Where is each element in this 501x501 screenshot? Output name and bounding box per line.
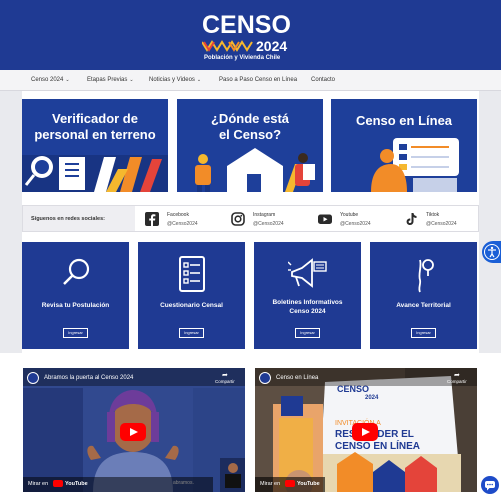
youtube-logo-icon [285,480,295,487]
card-title: Revisa tu Postulación [41,302,110,309]
card-title: Avance Territorial [396,302,451,309]
nav-item-etapas-previas[interactable]: Etapas Previas ⌄ [87,77,134,83]
card-ingresar-button[interactable]: Ingresar [63,328,88,338]
card-revisa-postulacion[interactable]: Revisa tu Postulación Ingresar [22,242,129,349]
poster-logo-year: 2024 [365,395,379,401]
main-nav: Censo 2024 ⌄ Etapas Previas ⌄ Noticias y V… [0,70,501,91]
card-ingresar-button[interactable]: Ingresar [411,328,436,338]
nav-item-censo-2024[interactable]: Censo 2024 ⌄ [31,77,70,83]
nav-item-paso-a-paso[interactable]: Paso a Paso Censo en Línea [219,77,297,83]
channel-avatar[interactable] [259,372,271,384]
accessibility-icon [484,244,500,260]
logo-subtitle: Población y Vivienda Chile [204,55,281,61]
instagram-icon [231,212,245,226]
checklist-icon [179,256,205,292]
card-title: Cuestionario Censal [160,302,223,309]
banner-title: Verificador de personal en terreno [34,111,156,142]
house-people-icon [195,148,315,192]
nav-item-noticias-videos[interactable]: Noticias y Videos ⌄ [149,77,201,83]
logo-year: 2024 [256,38,288,54]
poster-line3: CENSO EN LÍNEA [335,441,421,452]
social-bar: Síguenos en redes sociales: Facebook @Ce… [22,205,479,232]
watch-on-youtube[interactable]: Mirar en YouTube [23,477,213,492]
play-button[interactable] [120,423,146,441]
banner-donde-esta[interactable]: ¿Dónde está el Censo? [177,99,323,192]
card-ingresar-button[interactable]: Ingresar [179,328,204,338]
play-button[interactable] [352,423,378,441]
social-link-instagram[interactable]: Instagram @Censo2024 [231,210,311,228]
chevron-down-icon: ⌄ [65,77,70,83]
social-link-facebook[interactable]: Facebook @Censo2024 [145,210,225,228]
card-avance-territorial[interactable]: Avance Territorial Ingresar [370,242,477,349]
video-title[interactable]: Censo en Línea [276,375,318,381]
video-title[interactable]: Abramos la puerta al Censo 2024 [44,375,133,381]
chat-button[interactable] [481,476,499,494]
accessibility-button[interactable] [482,241,501,263]
share-icon: ➦ [454,372,460,379]
chevron-down-icon: ⌄ [196,77,202,83]
banner-censo-en-linea[interactable]: Censo en Línea [331,99,477,192]
card-boletines-informativos[interactable]: Boletines Informativos Censo 2024 Ingresa… [254,242,361,349]
tiktok-icon [406,213,417,225]
social-link-youtube[interactable]: Youtube @Censo2024 [318,210,398,228]
chat-bubble-icon [485,481,495,491]
share-icon: ➦ [222,372,228,379]
person-laptop-icon [371,138,459,192]
youtube-logo-icon [53,480,63,487]
video-top-bar: Censo en Línea ➦ Compartir [255,368,477,386]
video-player-1[interactable]: Abramos la puerta al Censo 2024 ➦ Compar… [23,368,245,492]
video-top-bar: Abramos la puerta al Censo 2024 ➦ Compar… [23,368,245,386]
watch-on-youtube[interactable]: Mirar en YouTube [255,477,325,492]
site-header: CENSO 2024 Población y Vivienda Chile [0,0,501,70]
search-icon [63,258,90,285]
video-player-2[interactable]: CENSO 2024 INVITACIÓN A RESPONDER EL CEN… [255,368,477,492]
banner-title: Censo en Línea [355,113,453,128]
megaphone-icon [288,258,327,288]
social-label: Síguenos en redes sociales: [23,206,135,231]
banner-title: ¿Dónde está el Censo? [210,111,289,142]
map-pin-icon [418,259,434,293]
card-ingresar-button[interactable]: Ingresar [295,328,320,338]
card-cuestionario-censal[interactable]: Cuestionario Censal Ingresar [138,242,245,349]
share-button[interactable]: ➦ Compartir [215,371,239,385]
facebook-icon [145,212,159,226]
logo-title: CENSO [202,11,291,39]
censo-logo[interactable]: CENSO 2024 Población y Vivienda Chile [196,11,306,61]
chevron-down-icon: ⌄ [129,77,134,83]
social-link-tiktok[interactable]: Tiktok @Censo2024 [404,210,478,228]
card-title: Boletines Informativos Censo 2024 [272,299,343,315]
banner-verificador[interactable]: Verificador de personal en terreno [22,99,168,192]
youtube-icon [318,214,332,224]
logo-zigzag-icon [202,40,253,52]
share-button[interactable]: ➦ Compartir [447,371,471,385]
nav-item-contacto[interactable]: Contacto [311,77,335,83]
magnifier-document-icon [22,155,168,192]
channel-avatar[interactable] [27,372,39,384]
